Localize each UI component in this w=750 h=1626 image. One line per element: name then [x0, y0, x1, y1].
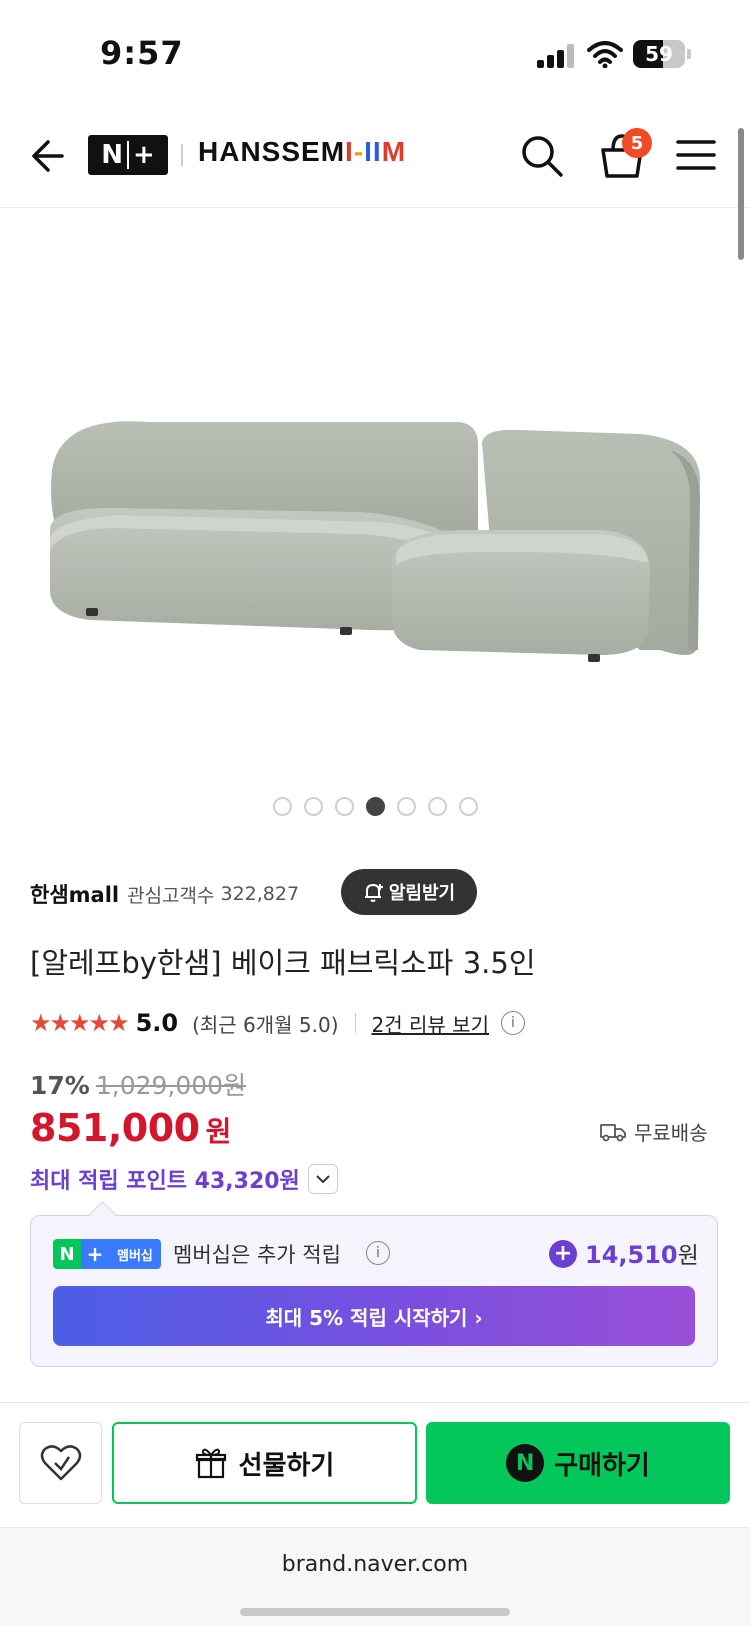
heart-check-icon — [40, 1445, 81, 1481]
membership-box: N + 멤버십 멤버십은 추가 적립 i + 14,510원 최대 5% 적립 … — [30, 1215, 718, 1367]
price-unit: 원 — [205, 1115, 232, 1148]
notify-button-label: 알림받기 — [388, 883, 456, 904]
gallery-dot[interactable] — [303, 797, 323, 816]
top-navigation: N + HANSSEMI-IIM 5 — [0, 100, 750, 208]
cellular-signal-icon — [537, 44, 577, 68]
naver-plus-logo[interactable]: N + — [88, 135, 168, 175]
sale-price: 851,000 — [30, 1106, 200, 1150]
hanssem-brand-logo[interactable]: HANSSEMI-IIM — [198, 136, 406, 168]
product-title: [알레프by한샘] 베이크 패브릭소파 3.5인 — [30, 946, 536, 980]
battery-level: 59 — [645, 42, 673, 66]
purchase-action-bar: 선물하기 N 구매하기 — [0, 1422, 750, 1506]
discount-row: 17% 1,029,000원 — [30, 1066, 246, 1102]
np-logo-n: N — [101, 140, 123, 170]
browser-address-bar[interactable]: brand.naver.com — [0, 1527, 750, 1626]
status-bar: 9:57 59 — [0, 0, 750, 100]
gift-button[interactable]: 선물하기 — [112, 1422, 417, 1504]
naver-plus-membership-badge: N + 멤버십 — [53, 1239, 161, 1269]
divider — [0, 1402, 750, 1403]
bell-plus-icon — [364, 884, 383, 902]
info-icon[interactable]: i — [366, 1241, 390, 1265]
rating-stars: ★★★★★ — [30, 1009, 130, 1037]
battery-tip — [687, 49, 691, 59]
gallery-dot[interactable] — [427, 797, 447, 816]
free-shipping: 무료배송 — [600, 1117, 708, 1146]
free-shipping-label: 무료배송 — [634, 1121, 708, 1145]
np-logo-plus: + — [132, 140, 155, 170]
status-time: 9:57 — [100, 34, 184, 72]
follower-label: 관심고객수 — [127, 884, 215, 907]
wishlist-button[interactable] — [19, 1422, 102, 1504]
gallery-dot[interactable] — [458, 797, 478, 816]
info-icon[interactable]: i — [501, 1011, 525, 1035]
gallery-dot[interactable] — [334, 797, 354, 816]
follower-count: 322,827 — [220, 883, 300, 905]
naver-pay-icon: N — [506, 1444, 545, 1482]
plus-circle-icon: + — [549, 1240, 577, 1268]
back-arrow-icon[interactable] — [26, 136, 66, 176]
notify-button[interactable]: 알림받기 — [341, 869, 477, 915]
wifi-icon — [587, 41, 623, 68]
membership-points: 14,510원 — [585, 1241, 699, 1269]
gift-icon — [195, 1448, 226, 1479]
buy-button-label: 구매하기 — [554, 1450, 650, 1481]
home-indicator — [240, 1608, 510, 1616]
gift-button-label: 선물하기 — [238, 1450, 335, 1481]
seller-row: 한샘mall 관심고객수 322,827 — [30, 872, 299, 916]
membership-start-button[interactable]: 최대 5% 적립 시작하기 › — [53, 1286, 695, 1346]
gallery-dot[interactable] — [396, 797, 416, 816]
points-row: 최대 적립 포인트 43,320원 — [30, 1163, 338, 1195]
search-icon[interactable] — [520, 134, 564, 178]
review-link[interactable]: 2건 리뷰 보기 — [372, 1009, 489, 1038]
seller-name[interactable]: 한샘mall — [30, 879, 119, 909]
rating-row: ★★★★★ 5.0 (최근 6개월 5.0) 2건 리뷰 보기 i — [30, 1005, 525, 1041]
discount-percent: 17% — [30, 1071, 90, 1100]
membership-text: 멤버십은 추가 적립 — [173, 1243, 341, 1267]
truck-icon — [600, 1123, 626, 1141]
chevron-down-icon[interactable] — [307, 1164, 338, 1194]
original-price: 1,029,000원 — [95, 1071, 247, 1100]
recent-rating: (최근 6개월 5.0) — [192, 1012, 339, 1037]
url-text[interactable]: brand.naver.com — [0, 1552, 750, 1577]
max-points: 최대 적립 포인트 43,320원 — [30, 1169, 300, 1194]
menu-icon[interactable] — [676, 138, 716, 172]
rating-score: 5.0 — [135, 1009, 179, 1037]
gallery-pagination — [0, 797, 750, 816]
product-image-sofa[interactable] — [0, 210, 750, 770]
gallery-dot[interactable] — [272, 797, 292, 816]
gallery-dot-active[interactable] — [365, 797, 385, 816]
cart-count-badge: 5 — [622, 128, 652, 158]
brand-separator — [181, 144, 183, 166]
price-row: 851,000 원 — [30, 1106, 231, 1150]
rating-separator — [354, 1013, 356, 1033]
battery-icon: 59 — [633, 40, 685, 68]
buy-button[interactable]: N 구매하기 — [426, 1422, 730, 1504]
